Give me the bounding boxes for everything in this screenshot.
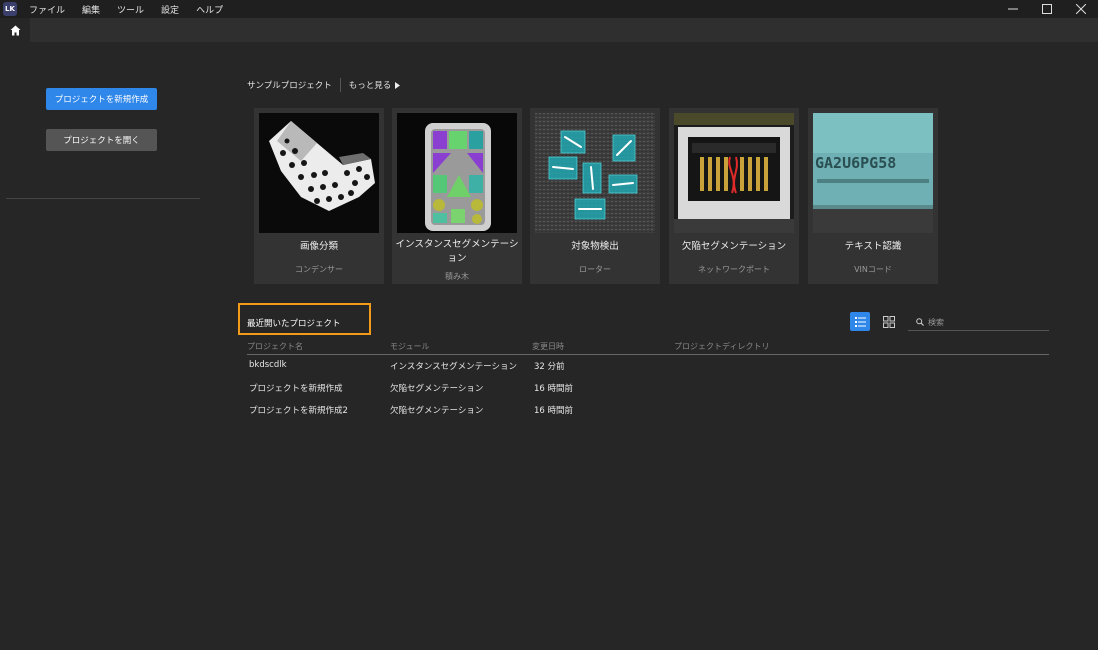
recent-projects-title: 最近開いたプロジェクト xyxy=(247,319,341,329)
card-thumbnail-blocks xyxy=(397,113,517,233)
card-thumbnail-rotors xyxy=(535,113,655,233)
menu-bar: LK ファイル 編集 ツール 設定 ヘルプ xyxy=(0,0,1098,18)
row-module: 欠陥セグメンテーション xyxy=(390,406,484,416)
row-project-name: プロジェクトを新規作成2 xyxy=(249,406,348,416)
maximize-icon xyxy=(1042,4,1052,14)
more-link[interactable]: もっと見る xyxy=(349,79,401,91)
grid-view-button[interactable] xyxy=(880,312,898,331)
row-module: 欠陥セグメンテーション xyxy=(390,384,484,394)
card-subtitle: VINコード xyxy=(854,265,892,274)
column-module[interactable]: モジュール xyxy=(390,341,429,352)
sample-card-text-recognition[interactable]: GA2U6PG58 テキスト認識 VINコード xyxy=(808,108,938,284)
search-input[interactable] xyxy=(928,317,1048,327)
column-project-name[interactable]: プロジェクト名 xyxy=(247,341,303,352)
card-thumbnail-network-port xyxy=(674,113,794,233)
menu-help[interactable]: ヘルプ xyxy=(196,3,223,16)
sample-card-classification[interactable]: 画像分類 コンデンサー xyxy=(254,108,384,284)
table-row[interactable]: bkdscdlk インスタンスセグメンテーション 32 分前 xyxy=(249,360,1049,374)
vin-code-text: GA2U6PG58 xyxy=(815,154,896,172)
column-modified[interactable]: 変更日時 xyxy=(532,341,564,352)
menu-tools[interactable]: ツール xyxy=(117,3,144,16)
tab-home[interactable] xyxy=(0,18,30,42)
column-directory[interactable]: プロジェクトディレクトリ xyxy=(674,341,769,352)
row-project-name: プロジェクトを新規作成 xyxy=(249,384,343,394)
card-title: インスタンスセグメンテーション xyxy=(395,239,519,264)
close-button[interactable] xyxy=(1064,0,1098,18)
row-module: インスタンスセグメンテーション xyxy=(390,362,517,372)
list-view-button[interactable] xyxy=(850,312,870,331)
card-title: 画像分類 xyxy=(299,241,338,252)
card-subtitle: コンデンサー xyxy=(295,265,343,274)
search-icon xyxy=(916,318,924,326)
card-title: 対象物検出 xyxy=(571,241,619,252)
more-link-label: もっと見る xyxy=(348,81,392,91)
window-controls xyxy=(996,0,1098,18)
sample-projects-header: サンプルプロジェクト もっと見る xyxy=(247,78,401,92)
row-modified: 16 時間前 xyxy=(534,406,574,416)
card-subtitle: ローター xyxy=(579,265,611,274)
sample-card-defect-segmentation[interactable]: 欠陥セグメンテーション ネットワークポート xyxy=(669,108,799,284)
list-icon xyxy=(854,316,866,327)
card-title: テキスト認識 xyxy=(844,241,902,252)
home-icon xyxy=(10,25,20,35)
card-subtitle: ネットワークポート xyxy=(698,265,770,274)
sample-card-instance-segmentation[interactable]: インスタンスセグメンテーション 積み木 xyxy=(392,108,522,284)
card-subtitle: 積み木 xyxy=(445,272,469,281)
open-project-button[interactable]: プロジェクトを開く xyxy=(46,129,157,151)
maximize-button[interactable] xyxy=(1030,0,1064,18)
search-box xyxy=(908,314,1049,331)
row-modified: 32 分前 xyxy=(534,362,565,372)
menu-settings[interactable]: 設定 xyxy=(161,3,179,16)
menu-edit[interactable]: 編集 xyxy=(82,3,100,16)
grid-icon xyxy=(883,315,895,328)
row-modified: 16 時間前 xyxy=(534,384,574,394)
card-thumbnail-vin-code: GA2U6PG58 xyxy=(813,113,933,233)
close-icon xyxy=(1076,4,1086,14)
card-title: 欠陥セグメンテーション xyxy=(681,241,787,252)
minimize-button[interactable] xyxy=(996,0,1030,18)
menu-file[interactable]: ファイル xyxy=(29,3,65,16)
minimize-icon xyxy=(1008,8,1018,10)
sample-projects-title: サンプルプロジェクト xyxy=(247,81,332,91)
recent-table-header: プロジェクト名 モジュール 変更日時 プロジェクトディレクトリ xyxy=(247,341,1049,355)
left-divider xyxy=(6,198,200,199)
table-row[interactable]: プロジェクトを新規作成2 欠陥セグメンテーション 16 時間前 xyxy=(249,404,1049,418)
table-row[interactable]: プロジェクトを新規作成 欠陥セグメンテーション 16 時間前 xyxy=(249,382,1049,396)
card-thumbnail-capacitor xyxy=(259,113,379,233)
row-project-name: bkdscdlk xyxy=(249,360,287,370)
caret-right-icon xyxy=(395,81,401,89)
new-project-button[interactable]: プロジェクトを新規作成 xyxy=(46,88,157,110)
tab-bar xyxy=(0,18,1098,42)
header-separator xyxy=(339,78,341,92)
app-logo: LK xyxy=(3,2,17,16)
sample-card-object-detection[interactable]: 対象物検出 ローター xyxy=(530,108,660,284)
